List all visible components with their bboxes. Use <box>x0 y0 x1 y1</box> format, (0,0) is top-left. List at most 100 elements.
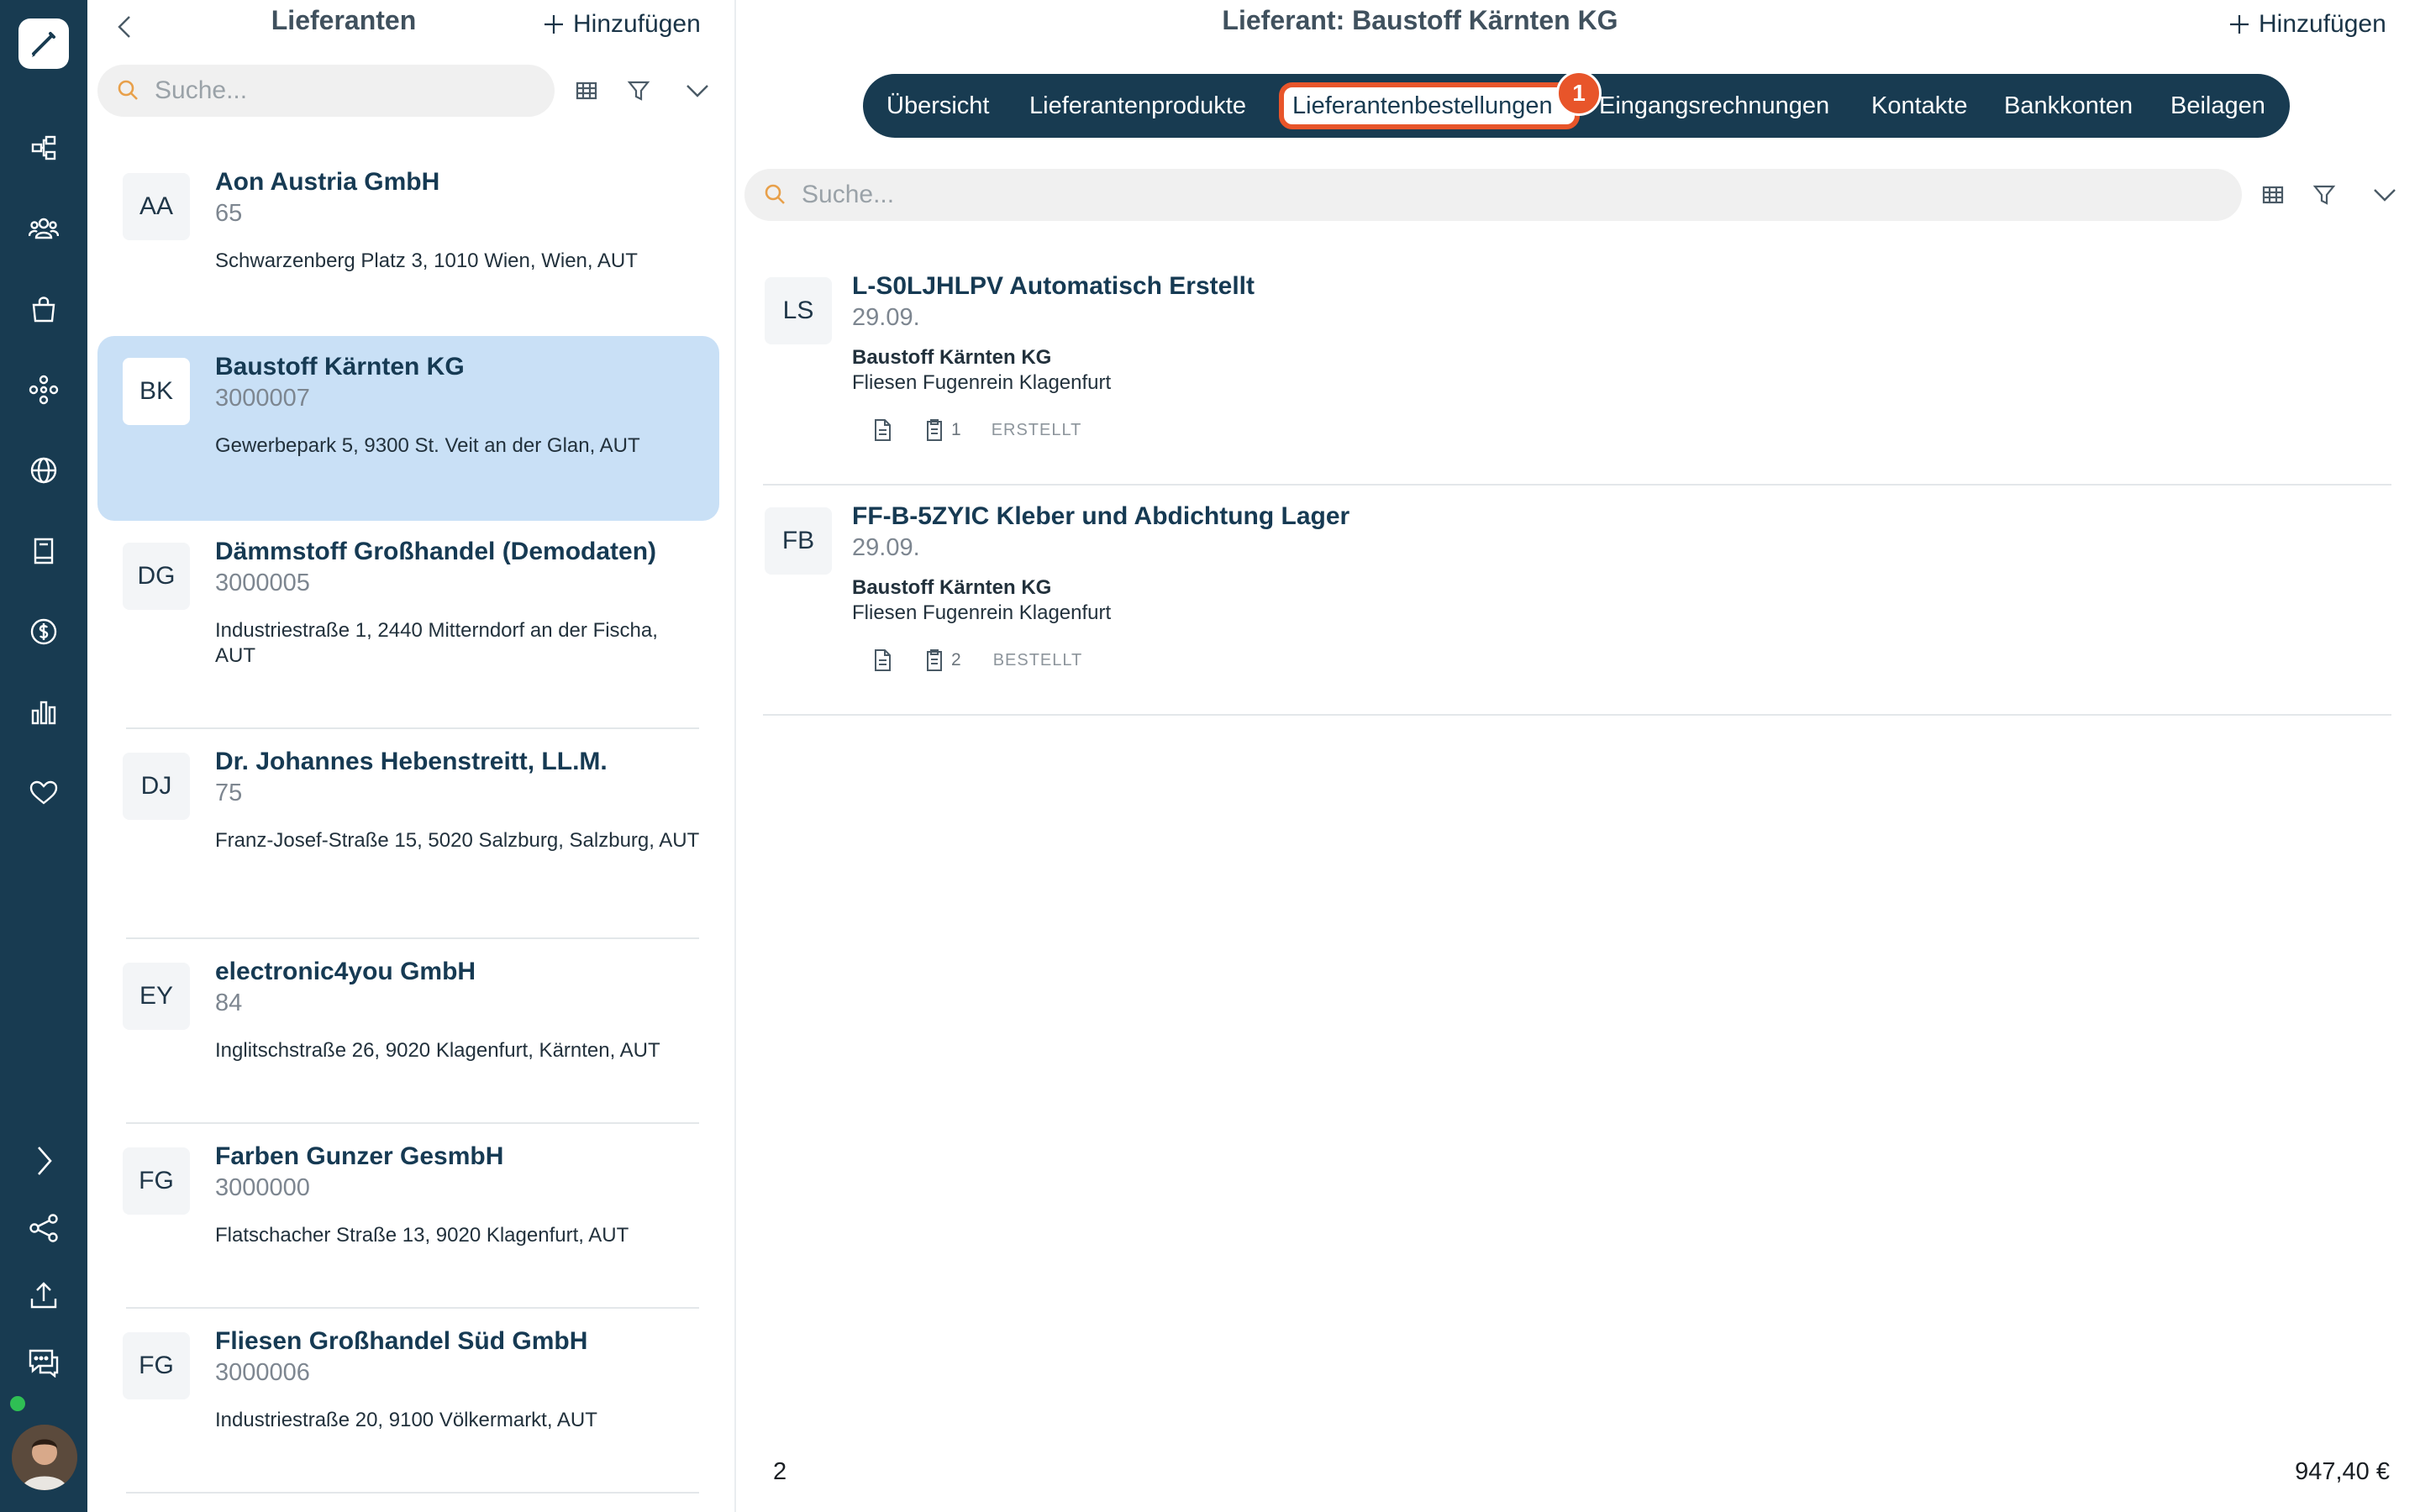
divider <box>126 1307 699 1309</box>
summary-footer: 2 947,40 € <box>736 1433 2420 1512</box>
supplier-address: Schwarzenberg Platz 3, 1010 Wien, Wien, … <box>215 249 638 272</box>
order-status: ERSTELLT <box>991 420 1082 439</box>
share-icon[interactable] <box>20 1205 67 1252</box>
supplier-number: 3000005 <box>215 570 310 596</box>
divider <box>126 727 699 729</box>
supplier-initials: FG <box>123 1147 190 1215</box>
tab-lieferantenprodukte[interactable]: Lieferantenprodukte <box>1029 74 1246 138</box>
order-card[interactable]: LS L-S0LJHLPV Automatisch Erstellt 29.09… <box>763 257 2391 486</box>
chat-icon[interactable] <box>20 1339 67 1386</box>
supplier-card-selected[interactable]: BK Baustoff Kärnten KG 3000007 Gewerbepa… <box>97 336 719 521</box>
supplier-address: Industriestraße 1, 2440 Mitterndorf an d… <box>215 619 658 667</box>
workflow-icon[interactable] <box>20 124 67 171</box>
order-project: Fliesen Fugenrein Klagenfurt <box>852 371 1112 394</box>
filter-icon[interactable] <box>622 74 655 108</box>
tab-uebersicht[interactable]: Übersicht <box>886 74 990 138</box>
supplier-card[interactable]: DG Dämmstoff Großhandel (Demodaten) 3000… <box>97 521 719 729</box>
heart-icon[interactable] <box>20 769 67 816</box>
user-avatar[interactable] <box>12 1425 77 1490</box>
order-status: BESTELLT <box>992 650 1083 669</box>
supplier-card[interactable]: FG Farben Gunzer GesmbH 3000000 Flatscha… <box>97 1126 719 1309</box>
add-order-button[interactable]: Hinzufügen <box>2228 10 2386 39</box>
supplier-number: 84 <box>215 990 243 1016</box>
order-meta: 2 BESTELLT <box>872 643 1082 677</box>
list-header: Lieferanten Hinzufügen <box>87 0 734 52</box>
chevron-down-icon[interactable] <box>681 74 714 108</box>
search-icon <box>765 184 785 204</box>
order-search-input[interactable] <box>800 180 2002 210</box>
tab-lieferantenbestellungen[interactable]: Lieferantenbestellungen <box>1292 74 1553 138</box>
order-meta: 1 ERSTELLT <box>872 413 1081 447</box>
list-title: Lieferanten <box>271 5 417 35</box>
add-order-label: Hinzufügen <box>2259 10 2386 38</box>
supplier-number: 3000000 <box>215 1174 310 1201</box>
supplier-name: Farben Gunzer GesmbH <box>215 1142 504 1170</box>
document-icon[interactable] <box>872 418 892 442</box>
add-supplier-label: Hinzufügen <box>573 10 701 38</box>
icon-rail <box>0 0 87 1512</box>
clipboard-icon <box>927 419 942 441</box>
detail-title: Lieferant: Baustoff Kärnten KG <box>1222 5 1618 35</box>
supplier-card[interactable]: DJ Dr. Johannes Hebenstreitt, LL.M. 75 F… <box>97 731 719 939</box>
supplier-initials: BK <box>123 358 190 425</box>
online-status-indicator <box>8 1394 27 1413</box>
step-badge: 1 <box>1556 71 1602 116</box>
back-arrow-icon[interactable] <box>111 12 141 42</box>
book-icon[interactable] <box>20 528 67 575</box>
divider <box>126 1492 699 1494</box>
supplier-name: Dämmstoff Großhandel (Demodaten) <box>215 538 657 565</box>
supplier-search[interactable] <box>97 65 555 117</box>
supplier-list-panel: Lieferanten Hinzufügen AA Aon Austria Gm… <box>87 0 736 1512</box>
supplier-address: Gewerbepark 5, 9300 St. Veit an der Glan… <box>215 434 640 457</box>
divider <box>126 937 699 939</box>
table-view-icon[interactable] <box>2256 178 2290 212</box>
globe-icon[interactable] <box>20 447 67 494</box>
divider <box>763 714 2391 716</box>
divider <box>763 484 2391 486</box>
tab-beilagen[interactable]: Beilagen <box>2170 74 2265 138</box>
supplier-card[interactable]: AA Aon Austria GmbH 65 Schwarzenberg Pla… <box>97 151 719 272</box>
supplier-search-input[interactable] <box>153 76 523 106</box>
supplier-number: 3000006 <box>215 1359 310 1386</box>
order-title: FF-B-5ZYIC Kleber und Abdichtung Lager <box>852 502 1350 530</box>
supplier-initials: DJ <box>123 753 190 820</box>
order-item-count: 1 <box>951 420 961 439</box>
divider <box>126 1122 699 1124</box>
supplier-name: Dr. Johannes Hebenstreitt, LL.M. <box>215 748 608 775</box>
supplier-number: 65 <box>215 200 243 227</box>
supplier-card[interactable]: EY electronic4you GmbH 84 Inglitschstraß… <box>97 941 719 1124</box>
chevron-right-icon[interactable] <box>20 1137 67 1184</box>
supplier-number: 75 <box>215 780 243 806</box>
shopping-bag-icon[interactable] <box>20 286 67 333</box>
plus-icon <box>2230 15 2249 34</box>
supplier-name: Aon Austria GmbH <box>215 168 440 196</box>
chevron-down-icon[interactable] <box>2368 178 2402 212</box>
table-view-icon[interactable] <box>570 74 603 108</box>
tab-bankkonten[interactable]: Bankkonten <box>2004 74 2133 138</box>
clipboard-icon <box>927 649 942 671</box>
supplier-number: 3000007 <box>215 385 310 412</box>
supplier-address: Franz-Josef-Straße 15, 5020 Salzburg, Sa… <box>215 829 700 852</box>
logo-icon[interactable] <box>18 18 69 69</box>
supplier-initials: AA <box>123 173 190 240</box>
order-card[interactable]: FB FF-B-5ZYIC Kleber und Abdichtung Lage… <box>763 487 2391 716</box>
bar-chart-icon[interactable] <box>20 689 67 736</box>
filter-icon[interactable] <box>2307 178 2341 212</box>
supplier-name: electronic4you GmbH <box>215 958 476 985</box>
order-supplier: Baustoff Kärnten KG <box>852 346 1052 369</box>
supplier-initials: DG <box>123 543 190 610</box>
dollar-icon[interactable] <box>20 608 67 655</box>
add-supplier-button[interactable]: Hinzufügen <box>543 10 701 39</box>
users-icon[interactable] <box>20 205 67 252</box>
network-icon[interactable] <box>20 366 67 413</box>
order-search[interactable] <box>744 169 2242 221</box>
upload-icon[interactable] <box>20 1272 67 1319</box>
order-initials: FB <box>765 507 832 575</box>
supplier-initials: EY <box>123 963 190 1030</box>
tab-kontakte[interactable]: Kontakte <box>1871 74 1967 138</box>
supplier-card[interactable]: FG Fliesen Großhandel Süd GmbH 3000006 I… <box>97 1310 719 1494</box>
order-item-count: 2 <box>951 650 961 669</box>
search-icon <box>118 80 138 100</box>
tab-eingangsrechnungen[interactable]: Eingangsrechnungen <box>1599 74 1829 138</box>
document-icon[interactable] <box>872 648 892 672</box>
